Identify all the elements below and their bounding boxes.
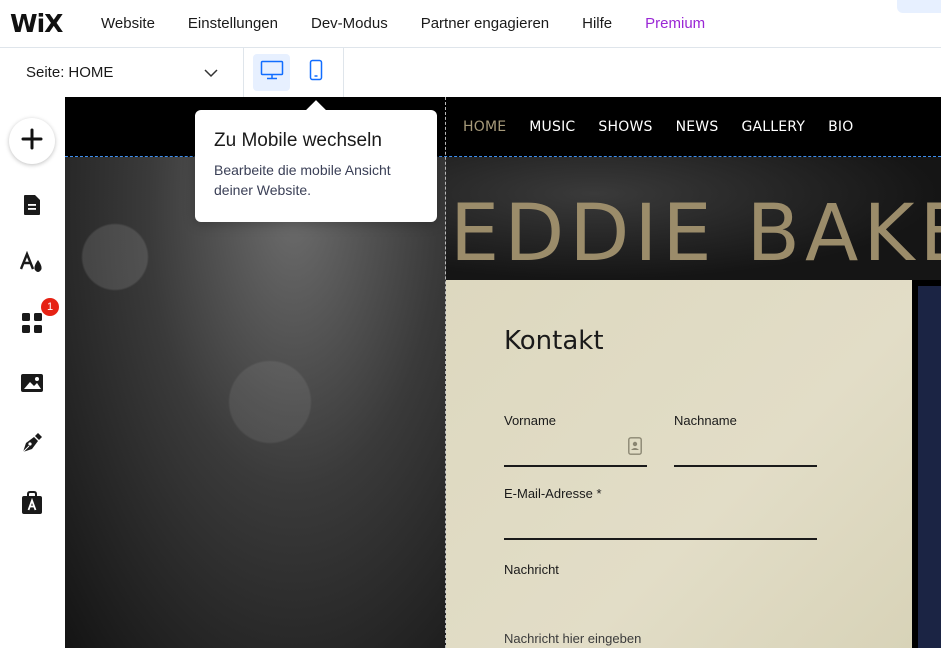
- page-toolbar: Seite: HOME: [0, 48, 941, 97]
- title-section[interactable]: EDDIE BAKE: [446, 157, 941, 280]
- layout-guide-line: [445, 97, 446, 648]
- site-nav-shows[interactable]: SHOWS: [598, 119, 652, 135]
- site-nav-news[interactable]: NEWS: [676, 119, 719, 135]
- site-navigation: HOME MUSIC SHOWS NEWS GALLERY BIO: [463, 119, 876, 135]
- email-field[interactable]: [504, 538, 817, 540]
- email-label: E-Mail-Adresse *: [504, 486, 602, 501]
- desktop-icon: [260, 60, 284, 85]
- mobile-switch-tooltip: Zu Mobile wechseln Bearbeite die mobile …: [195, 110, 437, 222]
- desktop-view-button[interactable]: [253, 54, 290, 91]
- menu-help[interactable]: Hilfe: [582, 15, 612, 32]
- mobile-view-button[interactable]: [297, 54, 334, 91]
- add-icon: [21, 128, 43, 155]
- portfolio-icon: [21, 490, 43, 520]
- contact-heading[interactable]: Kontakt: [504, 326, 604, 356]
- message-field[interactable]: Nachricht hier eingeben: [504, 631, 641, 646]
- design-icon: [19, 250, 45, 280]
- site-nav-gallery[interactable]: GALLERY: [741, 119, 805, 135]
- menu-website[interactable]: Website: [101, 15, 155, 32]
- pen-icon: [20, 431, 44, 460]
- top-menu: Website Einstellungen Dev-Modus Partner …: [101, 15, 705, 32]
- message-label: Nachricht: [504, 562, 559, 577]
- menu-hire-partner[interactable]: Partner engagieren: [421, 15, 549, 32]
- contact-card-icon: [628, 437, 642, 460]
- tooltip-title: Zu Mobile wechseln: [214, 130, 382, 151]
- side-panel-strip: [918, 286, 941, 648]
- last-name-label: Nachname: [674, 413, 737, 428]
- portfolio-button[interactable]: [18, 490, 46, 520]
- add-elements-button[interactable]: [9, 118, 55, 164]
- blog-button[interactable]: [18, 431, 46, 459]
- page-selector-label: Seite:: [26, 64, 65, 81]
- last-name-field[interactable]: [674, 465, 817, 467]
- apps-notification-badge: 1: [41, 298, 59, 316]
- menu-settings[interactable]: Einstellungen: [188, 15, 278, 32]
- device-switcher: [244, 48, 344, 97]
- media-button[interactable]: [18, 371, 46, 399]
- pages-button[interactable]: [18, 193, 46, 221]
- page-selector-value: HOME: [68, 64, 114, 81]
- first-name-field[interactable]: [504, 465, 647, 467]
- site-title[interactable]: EDDIE BAKE: [450, 189, 941, 279]
- top-menu-bar: WiX Website Einstellungen Dev-Modus Part…: [0, 0, 941, 48]
- wix-logo[interactable]: WiX: [10, 9, 63, 38]
- apps-button[interactable]: [18, 311, 46, 339]
- pages-icon: [22, 193, 42, 222]
- design-button[interactable]: [18, 250, 46, 280]
- mobile-icon: [309, 59, 323, 86]
- media-icon: [20, 373, 44, 398]
- menu-dev-mode[interactable]: Dev-Modus: [311, 15, 388, 32]
- left-toolbar: 1: [0, 97, 65, 648]
- site-nav-bio[interactable]: BIO: [828, 119, 853, 135]
- site-nav-home[interactable]: HOME: [463, 119, 506, 135]
- chevron-down-icon: [203, 65, 219, 85]
- tooltip-body: Bearbeite die mobile Ansicht deiner Webs…: [214, 162, 391, 198]
- top-right-button[interactable]: [897, 0, 941, 13]
- page-selector[interactable]: Seite: HOME: [0, 48, 244, 97]
- apps-icon: [21, 312, 43, 339]
- menu-premium[interactable]: Premium: [645, 15, 705, 32]
- site-nav-music[interactable]: MUSIC: [529, 119, 575, 135]
- contact-section[interactable]: Kontakt Vorname Nachname E-Mail-Adresse …: [446, 280, 912, 648]
- first-name-label: Vorname: [504, 413, 557, 428]
- background-image: [65, 157, 446, 648]
